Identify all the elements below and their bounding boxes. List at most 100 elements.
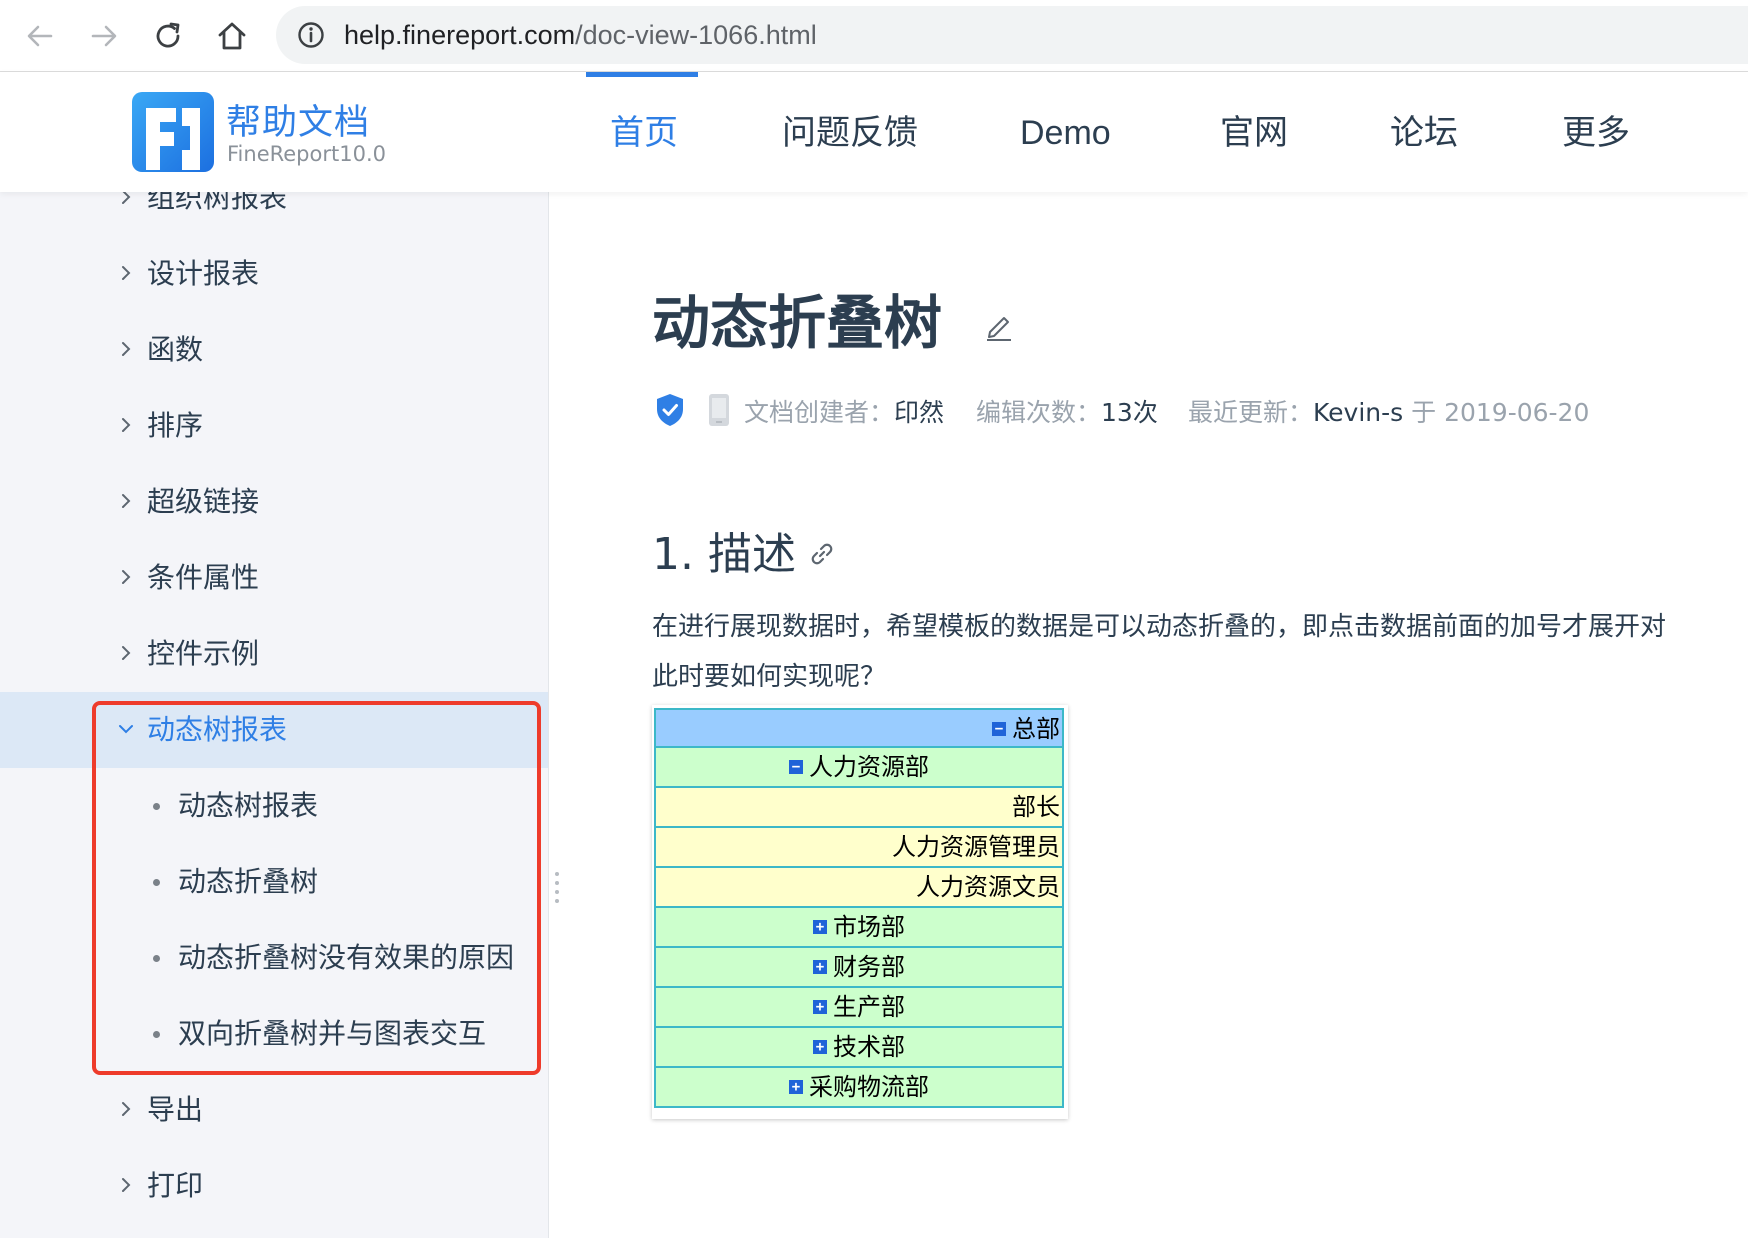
collapse-minus-icon[interactable]: − — [992, 722, 1006, 736]
nav-feedback[interactable]: 问题反馈 — [782, 72, 918, 192]
chevron-right-icon — [122, 1178, 131, 1192]
tree-row: − 人力资源部 — [656, 748, 1062, 788]
tree-cell: + 财务部 — [656, 948, 1062, 986]
anchor-link-icon[interactable] — [808, 540, 836, 568]
nav-more[interactable]: 更多 — [1562, 72, 1630, 192]
tree-row: + 市场部 — [656, 908, 1062, 948]
doc-updated-date: 于 2019-06-20 — [1403, 398, 1590, 427]
tree-node-label: 技术部 — [833, 1033, 905, 1061]
doc-updated-label: 最近更新： — [1188, 398, 1314, 427]
sidebar-item-widget-examples[interactable]: 控件示例 — [0, 616, 548, 692]
tree-row: 人力资源管理员 — [656, 828, 1062, 868]
sidebar-item-functions[interactable]: 函数 — [0, 312, 548, 388]
logo-title[interactable]: 帮助文档 — [226, 94, 370, 145]
doc-creator: 文档创建者：印然 — [744, 390, 944, 436]
finereport-logo-icon[interactable] — [132, 92, 214, 172]
tree-row: 人力资源文员 — [656, 868, 1062, 908]
tree-node-label: 人力资源管理员 — [892, 833, 1060, 861]
chevron-right-icon — [122, 646, 131, 660]
sidebar-subitem-label: 动态折叠树 — [178, 865, 319, 898]
tree-node-label: 生产部 — [833, 993, 905, 1021]
tree-cell: − 总部 — [992, 710, 1060, 748]
chevron-right-icon — [122, 1102, 131, 1116]
nav-forum[interactable]: 论坛 — [1390, 72, 1458, 192]
sidebar-item-label: 动态树报表 — [147, 713, 288, 746]
tree-cell: + 市场部 — [656, 908, 1062, 946]
mobile-device-icon[interactable] — [706, 392, 732, 428]
chevron-right-icon — [122, 192, 131, 204]
nav-demo[interactable]: Demo — [1020, 72, 1111, 192]
tree-row: 部长 — [656, 788, 1062, 828]
home-button[interactable] — [210, 14, 254, 58]
sidebar-subitem-bidirectional-tree-chart[interactable]: 双向折叠树并与图表交互 — [0, 996, 548, 1072]
url-path: /doc-view-1066.html — [575, 20, 817, 50]
sidebar-subitem-dynamic-collapse-tree[interactable]: 动态折叠树 — [0, 844, 548, 920]
sidebar-item-label: 控件示例 — [147, 637, 260, 670]
sidebar-subitem-collapse-tree-no-effect[interactable]: 动态折叠树没有效果的原因 — [0, 920, 548, 996]
sidebar-item-design-report[interactable]: 设计报表 — [0, 236, 548, 312]
reload-button[interactable] — [146, 14, 190, 58]
sidebar-item-sorting[interactable]: 排序 — [0, 388, 548, 464]
tree-cell: 人力资源文员 — [916, 868, 1060, 906]
doc-creator-value: 印然 — [894, 398, 945, 427]
doc-edits-value: 13次 — [1101, 398, 1158, 427]
tree-node-label: 部长 — [1012, 793, 1060, 821]
expand-plus-icon[interactable]: + — [813, 920, 827, 934]
sidebar-subitem-dynamic-tree-report[interactable]: 动态树报表 — [0, 768, 548, 844]
tree-row: + 技术部 — [656, 1028, 1062, 1068]
nav-home[interactable]: 首页 — [610, 72, 678, 192]
forward-button[interactable] — [82, 14, 126, 58]
back-button[interactable] — [18, 14, 62, 58]
sidebar-item-export[interactable]: 导出 — [0, 1072, 548, 1148]
sidebar-item-dynamic-tree-report[interactable]: 动态树报表 — [0, 692, 548, 768]
sidebar-item-label: 导出 — [147, 1093, 204, 1126]
url-text[interactable]: help.finereport.com/doc-view-1066.html — [344, 6, 817, 64]
tree-cell: 人力资源管理员 — [892, 828, 1060, 866]
section-heading-description: 1. 描述 — [652, 529, 796, 580]
doc-last-updated: 最近更新：Kevin-s 于 2019-06-20 — [1188, 390, 1589, 436]
sidebar-item-label: 打印 — [147, 1169, 204, 1202]
chevron-right-icon — [122, 418, 131, 432]
expand-plus-icon[interactable]: + — [813, 1000, 827, 1014]
sidebar-item-label: 函数 — [147, 333, 204, 366]
expand-plus-icon[interactable]: + — [789, 1080, 803, 1094]
address-bar[interactable]: help.finereport.com/doc-view-1066.html — [276, 6, 1748, 64]
sidebar-item-conditional-attributes[interactable]: 条件属性 — [0, 540, 548, 616]
bullet-icon — [153, 955, 160, 962]
doc-creator-label: 文档创建者： — [744, 398, 895, 427]
chevron-right-icon — [122, 494, 131, 508]
edit-pencil-icon[interactable] — [984, 310, 1014, 342]
arrow-right-icon — [91, 25, 117, 47]
sidebar-item-hyperlink[interactable]: 超级链接 — [0, 464, 548, 540]
logo-subtitle: FineReport10.0 — [227, 142, 386, 166]
sidebar-item-org-tree[interactable]: 组织树报表 — [0, 192, 548, 236]
verified-shield-icon — [657, 394, 683, 426]
sidebar-subitem-label: 动态树报表 — [178, 789, 319, 822]
browser-toolbar: help.finereport.com/doc-view-1066.html — [0, 0, 1748, 72]
chevron-down-icon — [119, 725, 133, 734]
nav-official-site[interactable]: 官网 — [1220, 72, 1288, 192]
collapse-minus-icon[interactable]: − — [789, 760, 803, 774]
chevron-right-icon — [122, 342, 131, 356]
tree-row: + 采购物流部 — [656, 1068, 1062, 1108]
info-circle-icon[interactable] — [296, 20, 326, 50]
page-title: 动态折叠树 — [652, 289, 943, 357]
tree-cell: − 人力资源部 — [656, 748, 1062, 786]
chevron-right-icon — [122, 266, 131, 280]
tree-node-label: 市场部 — [833, 913, 905, 941]
chevron-right-icon — [122, 570, 131, 584]
expand-plus-icon[interactable]: + — [813, 960, 827, 974]
tree-cell: + 技术部 — [656, 1028, 1062, 1066]
sidebar-resize-handle[interactable] — [555, 872, 561, 906]
tree-node-label: 采购物流部 — [809, 1073, 929, 1101]
bullet-icon — [153, 879, 160, 886]
sidebar-subitem-label: 动态折叠树没有效果的原因 — [178, 941, 515, 974]
sidebar-item-label: 条件属性 — [147, 561, 260, 594]
sidebar-item-label: 排序 — [147, 409, 204, 442]
tree-table: − 总部 − 人力资源部 部长 人力资源管理员 人力资源文员 + 市场部 + 财务部 + 生产部 + 技术部… — [654, 708, 1064, 1108]
sidebar-item-label: 设计报表 — [147, 257, 260, 290]
reload-icon — [156, 22, 180, 48]
expand-plus-icon[interactable]: + — [813, 1040, 827, 1054]
tree-cell: 部长 — [1012, 788, 1060, 826]
sidebar-item-print[interactable]: 打印 — [0, 1148, 548, 1224]
